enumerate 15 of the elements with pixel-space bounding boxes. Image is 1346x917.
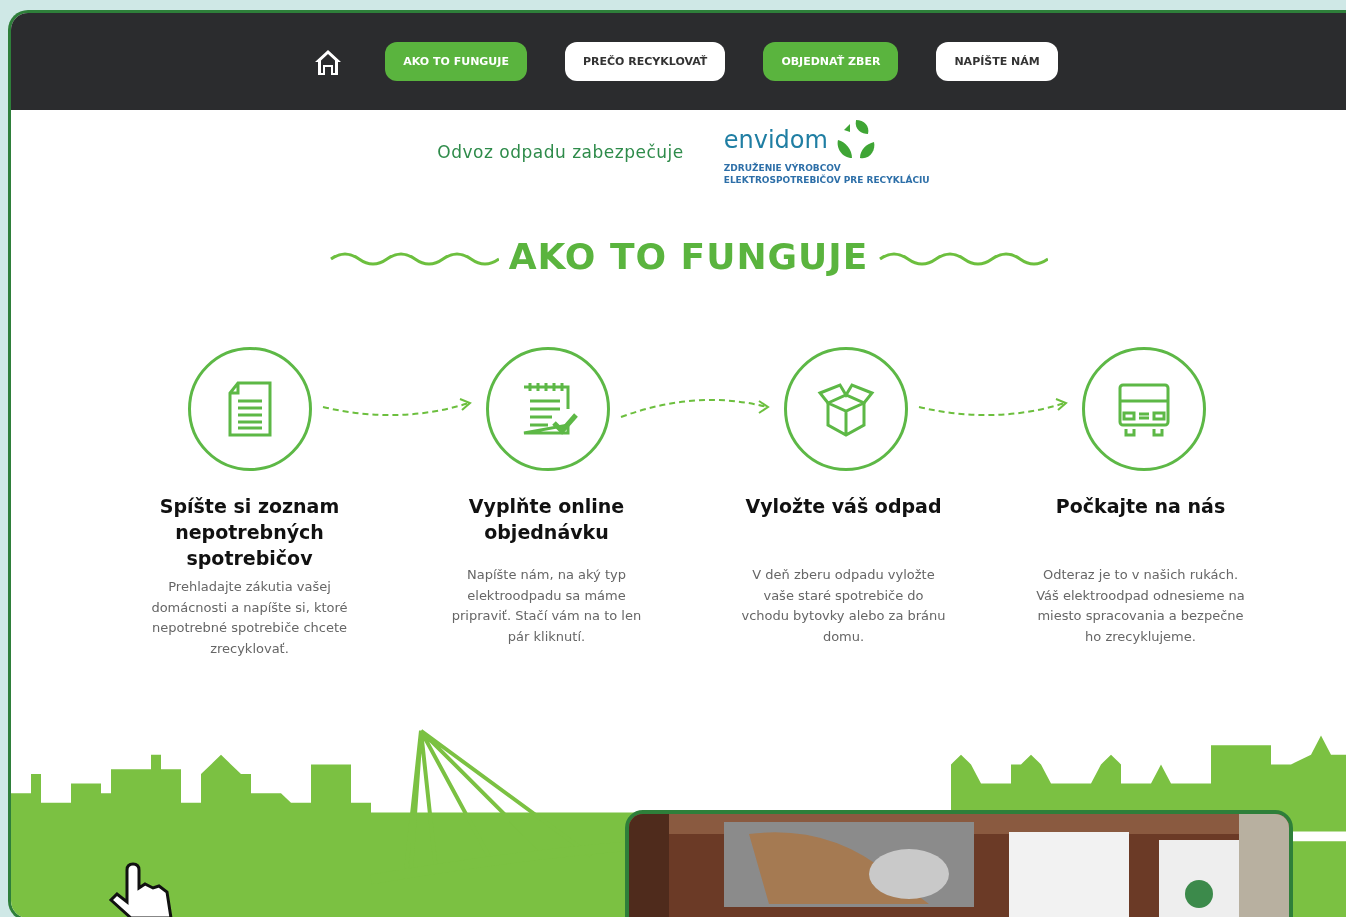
logo-tagline: ELEKTROSPOTREBIČOV PRE RECYKLÁCIU: [723, 174, 930, 186]
step-description: Odteraz je to v našich rukách. Váš elektroodpad odnesieme na miesto spracovania a bezpečne ho zrecyklujeme.: [1035, 566, 1246, 646]
step-description: Napíšte nám, na aký typ elektroodpadu sa máme pripraviť. Stačí vám na to len pár kliknutí.: [450, 566, 643, 646]
sponsor-text: Odvoz odpadu zabezpečuje: [437, 142, 684, 162]
step-title: Vyplňte online objednávku: [467, 494, 626, 545]
step-title: Vyložte váš odpad: [744, 494, 943, 519]
step-description: V deň zberu odpadu vyložte vaše staré spotrebiče do vchodu bytovky alebo za bránu domu.: [740, 566, 947, 646]
logo-tagline: ZDRUŽENIE VÝROBCOV: [723, 162, 842, 174]
section-title: AKO TO FUNGUJE: [508, 236, 869, 277]
logo-name: envidom: [723, 126, 828, 154]
step-title: Počkajte na nás: [1054, 494, 1227, 519]
nav-button[interactable]: PREČO RECYKLOVAŤ: [564, 42, 726, 81]
step-title: Spíšte si zoznam nepotrebných spotrebičov: [158, 494, 341, 571]
step-description: Prehladajte zákutia vašej domácnosti a napíšte si, ktoré nepotrebné spotrebiče chcete zrecyklovať.: [150, 578, 349, 658]
nav-button[interactable]: NAPÍŠTE NÁM: [936, 42, 1058, 81]
